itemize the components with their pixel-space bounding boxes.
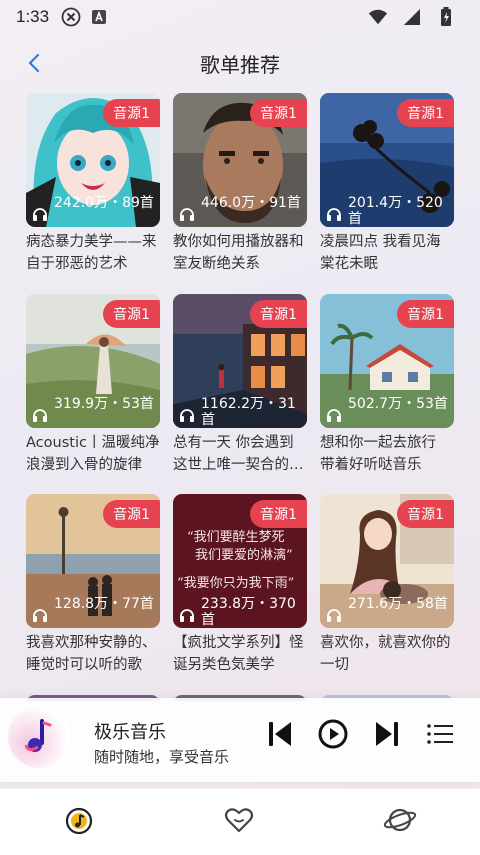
play-icon	[318, 719, 348, 749]
bottom-tab-bar	[0, 788, 480, 855]
status-bar: 1:33	[0, 0, 480, 34]
tab-music[interactable]	[62, 803, 96, 837]
back-button[interactable]	[22, 50, 46, 76]
playlist-name: Acoustic丨温暖纯净 浪漫到入骨的旋律	[26, 435, 160, 473]
headphones-icon	[327, 409, 341, 422]
play-stats: 128.8万・77首	[32, 596, 160, 628]
tab-discover[interactable]	[383, 803, 417, 837]
chevron-left-icon	[28, 53, 40, 73]
source-badge: 音源1	[103, 99, 160, 127]
play-stats: 319.9万・53首	[32, 396, 160, 428]
cover-text-line: “我要你只为我下雨”	[177, 576, 295, 591]
playlist-card[interactable]: 音源1 319.9万・53首 Acoustic丨温暖纯净 浪漫到入骨的旋律	[26, 294, 160, 476]
source-badge: 音源1	[397, 99, 454, 127]
play-stats: 502.7万・53首	[326, 396, 454, 428]
playlist-cover: 音源1 201.4万・520首	[320, 93, 454, 227]
a-app-notification-icon	[89, 7, 109, 27]
playlist-cover: 音源1 242.0万・89首	[26, 93, 160, 227]
headphones-icon	[327, 208, 341, 221]
cover-text-line: 我们要爱的淋漓”	[195, 548, 293, 563]
playlist-name: 凌晨四点 我看见海棠花未眠	[320, 234, 441, 272]
headphones-icon	[327, 609, 341, 622]
player-subtitle: 随时随地，享受音乐	[94, 748, 230, 766]
playlist-cover: 音源1 446.0万・91首	[173, 93, 307, 227]
cover-text-line: “我们要醉生梦死	[187, 530, 285, 545]
playlist-card[interactable]: “我们要醉生梦死 我们要爱的淋漓” “我要你只为我下雨” 音源1 233.8万・…	[173, 494, 307, 676]
playlist-name: 病态暴力美学——来自于邪恶的艺术	[26, 234, 157, 272]
playlist-name: 教你如何用播放器和室友断绝关系	[173, 234, 304, 272]
x-app-notification-icon	[61, 7, 81, 27]
skip-next-icon	[376, 722, 398, 746]
source-badge: 音源1	[250, 300, 307, 328]
mini-player[interactable]: 极乐音乐 随时随地，享受音乐	[0, 698, 480, 782]
playlist-cover: 音源1 128.8万・77首	[26, 494, 160, 628]
headphones-icon	[180, 609, 194, 622]
playlist-card[interactable]: 音源1 502.7万・53首 想和你一起去旅行 带着好听哒音乐	[320, 294, 454, 476]
playlist-card[interactable]: 音源1 242.0万・89首 病态暴力美学——来自于邪恶的艺术	[26, 93, 160, 275]
status-time: 1:33	[16, 7, 50, 26]
planet-icon	[383, 808, 417, 832]
playlist-name: 【疯批文学系列】怪诞另类色気美学	[173, 635, 304, 673]
play-stats: 201.4万・520首	[326, 195, 454, 227]
player-title: 极乐音乐	[94, 722, 166, 743]
source-badge: 音源1	[397, 300, 454, 328]
header: 歌单推荐	[0, 38, 480, 88]
source-badge: 音源1	[397, 500, 454, 528]
playlist-cover: “我们要醉生梦死 我们要爱的淋漓” “我要你只为我下雨” 音源1 233.8万・…	[173, 494, 307, 628]
album-art	[8, 706, 70, 768]
playlist-name: 喜欢你，就喜欢你的一切	[320, 635, 451, 673]
signal-icon	[402, 7, 422, 27]
playlist-cover: 音源1 271.6万・58首	[320, 494, 454, 628]
play-button[interactable]	[317, 718, 349, 750]
playlist-cover: 音源1 319.9万・53首	[26, 294, 160, 428]
headphones-icon	[180, 208, 194, 221]
headphones-icon	[33, 609, 47, 622]
next-button[interactable]	[371, 718, 403, 750]
source-badge: 音源1	[250, 99, 307, 127]
playlist-cover: 音源1 502.7万・53首	[320, 294, 454, 428]
music-note-icon	[24, 719, 52, 752]
playlist-card[interactable]: 音源1 128.8万・77首 我喜欢那种安静的、睡觉时可以听的歌	[26, 494, 160, 676]
headphones-icon	[33, 208, 47, 221]
previous-button[interactable]	[264, 718, 296, 750]
play-stats: 446.0万・91首	[179, 195, 307, 227]
playlist-grid: 音源1 242.0万・89首 病态暴力美学——来自于邪恶的艺术 音源1 446.…	[26, 93, 456, 701]
playlist-name: 我喜欢那种安静的、睡觉时可以听的歌	[26, 635, 157, 673]
play-stats: 242.0万・89首	[32, 195, 160, 227]
source-badge: 音源1	[250, 500, 307, 528]
play-stats: 271.6万・58首	[326, 596, 454, 628]
playlist-card[interactable]: 音源1 1162.2万・31首 总有一天 你会遇到这世上唯一契合的灵魂	[173, 294, 307, 476]
playlist-card[interactable]: 音源1 446.0万・91首 教你如何用播放器和室友断绝关系	[173, 93, 307, 275]
wifi-icon	[368, 7, 388, 27]
play-stats: 233.8万・370首	[179, 596, 307, 628]
battery-icon	[436, 7, 456, 27]
heart-icon	[224, 808, 254, 833]
page-title: 歌单推荐	[200, 52, 280, 77]
playlist-card[interactable]: 音源1 201.4万・520首 凌晨四点 我看见海棠花未眠	[320, 93, 454, 275]
skip-previous-icon	[269, 722, 291, 746]
source-badge: 音源1	[103, 500, 160, 528]
playlist-name: 想和你一起去旅行 带着好听哒音乐	[320, 435, 436, 473]
playlist-cover: 音源1 1162.2万・31首	[173, 294, 307, 428]
tab-favorites[interactable]	[222, 803, 256, 837]
list-icon	[427, 724, 453, 744]
playlist-name: 总有一天 你会遇到这世上唯一契合的灵魂	[173, 435, 304, 473]
headphones-icon	[33, 409, 47, 422]
headphones-icon	[180, 409, 194, 422]
playlist-menu-button[interactable]	[424, 718, 456, 750]
source-badge: 音源1	[103, 300, 160, 328]
music-disc-icon	[65, 807, 93, 835]
playlist-card[interactable]: 音源1 271.6万・58首 喜欢你，就喜欢你的一切	[320, 494, 454, 676]
play-stats: 1162.2万・31首	[179, 396, 307, 428]
